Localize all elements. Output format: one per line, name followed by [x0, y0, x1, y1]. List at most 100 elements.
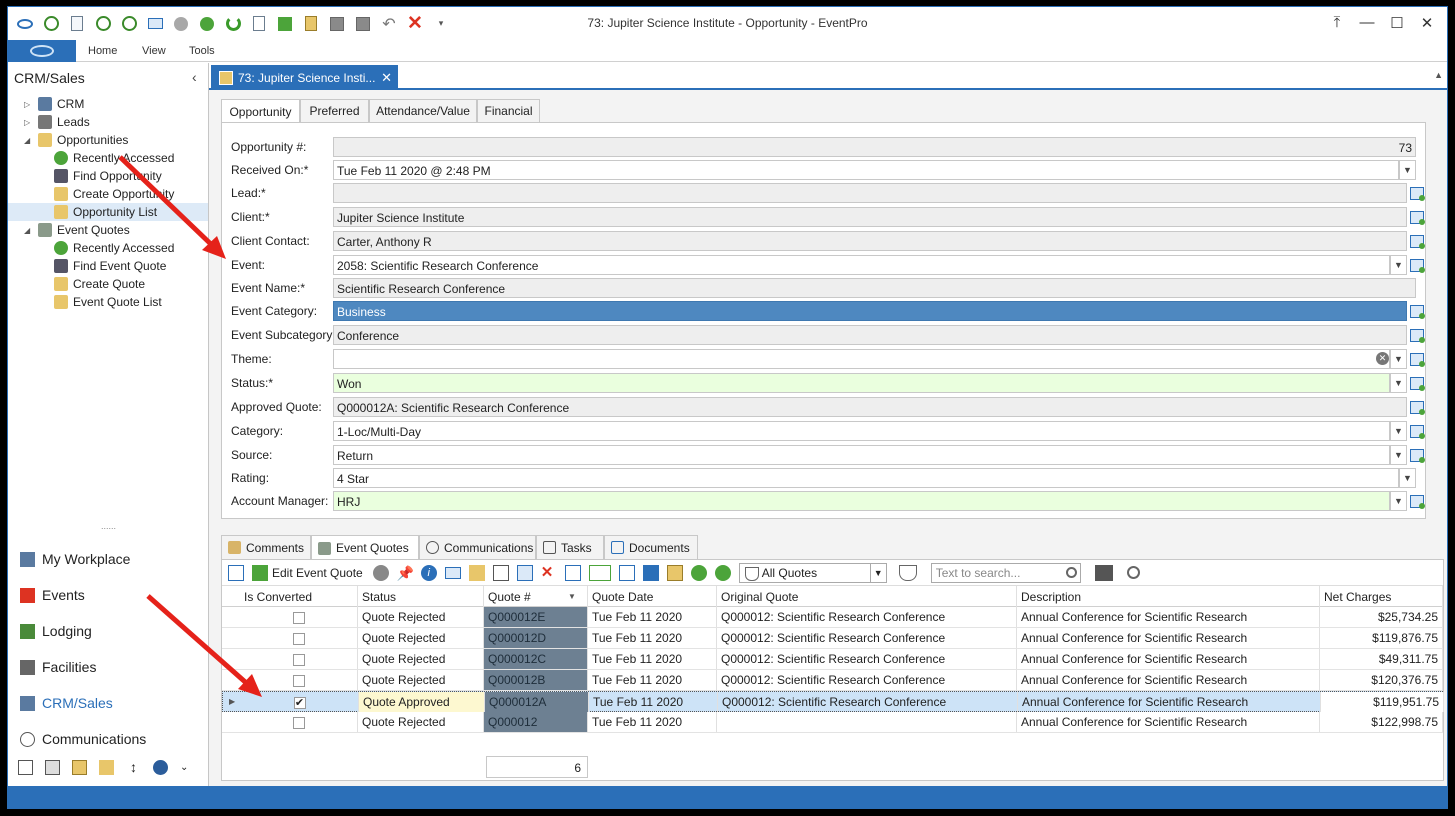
tree-item[interactable]: Create Opportunity: [8, 185, 174, 203]
quote-cell[interactable]: Q000012D: [484, 628, 588, 648]
original-cell[interactable]: Q000012: Scientific Research Conference: [717, 607, 1017, 627]
sync-arrows-icon[interactable]: ↕: [126, 760, 141, 775]
original-cell[interactable]: Q000012: Scientific Research Conference: [717, 670, 1017, 690]
tab-event-quotes[interactable]: Event Quotes: [311, 535, 419, 560]
table-row[interactable]: Quote Rejected Q000012 Tue Feb 11 2020 Annu…: [222, 712, 1443, 733]
quote-cell[interactable]: Q000012: [484, 712, 588, 732]
column-header[interactable]: Status: [358, 586, 484, 607]
document-tab[interactable]: 73: Jupiter Science Insti... ✕: [211, 65, 398, 90]
desc-cell[interactable]: Annual Conference for Scientific Researc…: [1017, 670, 1320, 690]
calculator-icon[interactable]: [45, 760, 60, 775]
status-cell[interactable]: Quote Rejected: [358, 607, 484, 627]
checkbox-unchecked[interactable]: [292, 633, 305, 645]
tree-item[interactable]: ◢ Opportunities: [24, 131, 128, 149]
is-converted-cell[interactable]: [240, 628, 358, 648]
chevron-down-icon[interactable]: ▼: [1390, 373, 1407, 393]
column-header[interactable]: Is Converted: [240, 586, 358, 607]
nav-item[interactable]: Communications: [20, 727, 146, 751]
date-cell[interactable]: Tue Feb 11 2020: [588, 712, 717, 732]
table-row[interactable]: Quote Rejected Q000012E Tue Feb 11 2020 Q00…: [222, 607, 1443, 628]
column-header[interactable]: Description: [1017, 586, 1320, 607]
tab-tasks[interactable]: Tasks: [536, 535, 604, 559]
date-cell[interactable]: Tue Feb 11 2020: [589, 692, 718, 712]
tab-documents[interactable]: Documents: [604, 535, 698, 559]
column-header[interactable]: Net Charges: [1320, 586, 1443, 607]
is-converted-cell[interactable]: [240, 649, 358, 669]
lookup-icon[interactable]: [1408, 208, 1425, 226]
ribbon-tab-view[interactable]: View: [142, 45, 166, 57]
date-cell[interactable]: Tue Feb 11 2020: [588, 649, 717, 669]
book-icon[interactable]: [642, 564, 659, 581]
received-on-field[interactable]: Tue Feb 11 2020 @ 2:48 PM: [333, 160, 1399, 180]
tab-list-dropdown-icon[interactable]: ▲: [1434, 70, 1443, 80]
status-cell[interactable]: Quote Approved: [359, 692, 485, 712]
date-cell[interactable]: Tue Feb 11 2020: [588, 670, 717, 690]
info-icon[interactable]: i: [420, 564, 437, 581]
net-cell[interactable]: $119,876.75: [1320, 628, 1443, 648]
tasks-icon[interactable]: [18, 760, 33, 775]
envelope-icon[interactable]: [444, 566, 461, 579]
net-cell[interactable]: $49,311.75: [1320, 649, 1443, 669]
search-input[interactable]: Text to search...: [930, 562, 1081, 583]
lookup-icon[interactable]: [1408, 398, 1425, 416]
tree-item[interactable]: Create Quote: [8, 275, 145, 293]
tree-item[interactable]: Recently Accessed: [8, 149, 174, 167]
chevron-down-icon[interactable]: ▼: [1390, 421, 1407, 441]
tab-communications[interactable]: Communications: [419, 535, 536, 559]
copy-icon[interactable]: [588, 564, 611, 581]
pin-window-icon[interactable]: ⤒: [1325, 14, 1349, 31]
event-category-field[interactable]: Business: [333, 301, 1407, 321]
expanded-triangle-icon[interactable]: ◢: [24, 226, 34, 235]
collapse-sidebar-icon[interactable]: ‹: [192, 69, 197, 85]
tree-item[interactable]: Find Event Quote: [8, 257, 166, 275]
delete-icon[interactable]: ✕: [541, 564, 557, 581]
net-cell[interactable]: $120,376.75: [1320, 670, 1443, 690]
ribbon-tab-home[interactable]: Home: [88, 45, 117, 57]
table-row[interactable]: Quote Rejected Q000012C Tue Feb 11 2020 Q00…: [222, 649, 1443, 670]
collapsed-triangle-icon[interactable]: ▷: [24, 118, 34, 127]
tab-attendance-value[interactable]: Attendance/Value: [369, 99, 477, 122]
net-cell[interactable]: $25,734.25: [1320, 607, 1443, 627]
nav-item[interactable]: CRM/Sales: [20, 691, 113, 715]
lookup-icon[interactable]: [1408, 184, 1425, 202]
nav-item[interactable]: My Workplace: [20, 547, 130, 571]
approved-quote-field[interactable]: Q000012A: Scientific Research Conference: [333, 397, 1407, 417]
nav-item[interactable]: Lodging: [20, 619, 92, 643]
desc-cell[interactable]: Annual Conference for Scientific Researc…: [1017, 628, 1320, 648]
pin-icon[interactable]: 📌: [397, 565, 414, 581]
account-manager-field[interactable]: HRJ: [333, 491, 1390, 511]
save-layout-icon[interactable]: [1094, 564, 1113, 581]
checkbox-unchecked[interactable]: [292, 612, 305, 624]
event-field[interactable]: 2058: Scientific Research Conference: [333, 255, 1390, 275]
clipboard-check-icon[interactable]: [492, 564, 509, 581]
sidebar-splitter[interactable]: ......: [8, 522, 209, 531]
app-menu-button[interactable]: [8, 40, 76, 62]
status-field[interactable]: Won: [333, 373, 1390, 393]
lookup-icon[interactable]: [1408, 326, 1425, 344]
clear-icon[interactable]: ✕: [1376, 352, 1389, 365]
tree-item[interactable]: ◢ Event Quotes: [24, 221, 130, 239]
desc-cell[interactable]: Annual Conference for Scientific Researc…: [1018, 692, 1321, 712]
is-converted-cell[interactable]: [240, 670, 358, 690]
move-down-icon[interactable]: [714, 564, 731, 581]
is-converted-cell[interactable]: [240, 712, 358, 732]
lookup-icon[interactable]: [1408, 446, 1425, 464]
desc-cell[interactable]: Annual Conference for Scientific Researc…: [1017, 712, 1320, 732]
is-converted-cell[interactable]: ✔: [241, 692, 359, 712]
export-icon[interactable]: [564, 564, 581, 581]
edit-event-quote-button[interactable]: Edit Event Quote: [252, 564, 363, 581]
table-row[interactable]: Quote Rejected Q000012D Tue Feb 11 2020 Q00…: [222, 628, 1443, 649]
tab-financial[interactable]: Financial: [477, 99, 540, 122]
collapsed-triangle-icon[interactable]: ▷: [24, 100, 34, 109]
client-field[interactable]: Jupiter Science Institute: [333, 207, 1407, 227]
lookup-icon[interactable]: [1408, 256, 1425, 274]
original-cell[interactable]: Q000012: Scientific Research Conference: [718, 692, 1018, 712]
checkbox-checked[interactable]: ✔: [293, 697, 306, 709]
is-converted-cell[interactable]: [240, 607, 358, 627]
tree-item[interactable]: ▷ CRM: [24, 95, 84, 113]
close-tab-icon[interactable]: ✕: [381, 70, 392, 86]
status-cell[interactable]: Quote Rejected: [358, 649, 484, 669]
move-up-icon[interactable]: [690, 564, 707, 581]
quote-cell[interactable]: Q000012C: [484, 649, 588, 669]
nav-item[interactable]: Facilities: [20, 655, 96, 679]
